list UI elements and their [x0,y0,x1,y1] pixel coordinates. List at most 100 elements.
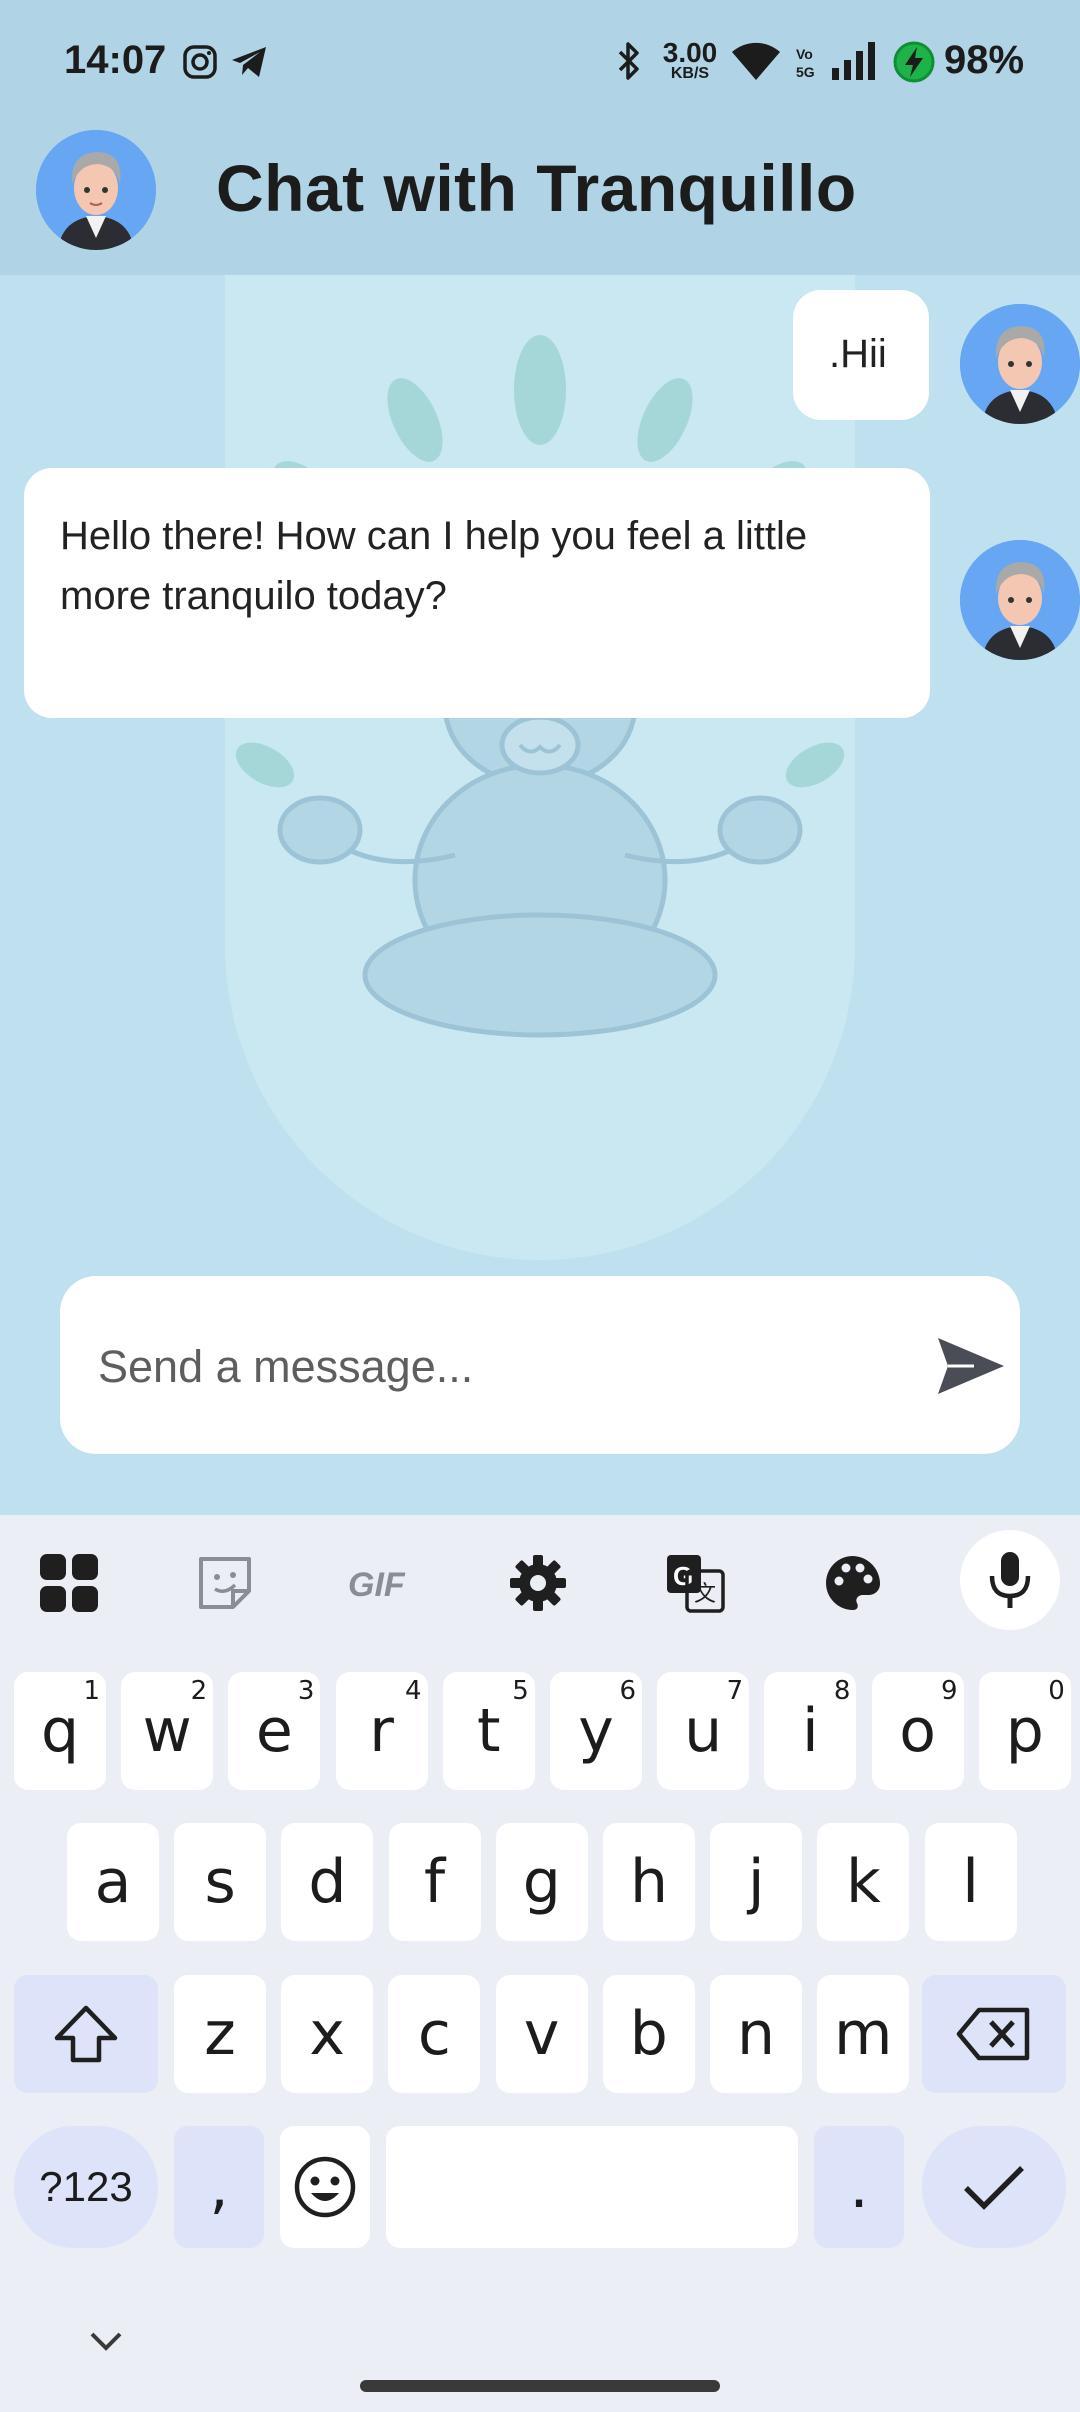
mic-icon [989,1552,1031,1608]
key-t[interactable]: t5 [442,1672,535,1790]
key-label: t [477,1696,501,1766]
key-d[interactable]: d [281,1823,374,1941]
key-r[interactable]: r4 [335,1672,428,1790]
sticker-button[interactable] [180,1538,270,1628]
status-bar: 14:07 3.00 KB/S Vo 5G 98% [0,0,1080,120]
period-key[interactable]: . [814,2126,904,2248]
avatar-image-icon [36,130,156,250]
network-speed: 3.00 KB/S [662,37,718,82]
volte-icon: Vo 5G [796,46,815,80]
key-a[interactable]: a [67,1823,159,1941]
message-input[interactable] [96,1316,860,1418]
svg-text:GIF: GIF [348,1566,406,1603]
key-i[interactable]: i8 [764,1672,857,1790]
backspace-key[interactable] [922,1975,1066,2093]
meditating-bear-icon [235,335,845,1038]
key-j[interactable]: j [710,1823,803,1941]
key-c[interactable]: c [388,1975,481,2093]
header-avatar[interactable] [36,130,156,250]
message-text: .Hii [829,332,887,376]
settings-icon [510,1555,566,1611]
key-hint: 3 [297,1676,315,1706]
checkmark-icon [964,2166,1024,2210]
backspace-icon [956,2007,1030,2061]
key-u[interactable]: u7 [657,1672,750,1790]
key-hint: 4 [405,1676,422,1706]
key-m[interactable]: m [817,1975,910,2093]
home-indicator[interactable] [360,2380,720,2392]
emoji-key[interactable] [280,2126,370,2248]
key-p[interactable]: p0 [978,1672,1071,1790]
avatar-image-icon [960,540,1080,660]
bot-message-bubble: Hello there! How can I help you feel a l… [24,468,930,718]
shift-icon [54,2005,118,2063]
gif-button[interactable]: GIF [336,1538,426,1628]
sticker-icon [199,1557,251,1609]
apps-button[interactable] [24,1538,114,1628]
voice-input-button[interactable] [960,1530,1060,1630]
key-q[interactable]: q1 [14,1672,106,1790]
user-avatar [960,304,1080,424]
enter-key[interactable] [922,2126,1066,2248]
key-hint: 7 [726,1676,744,1706]
battery-percentage: 98% [944,38,1025,82]
svg-text:5G: 5G [796,64,815,80]
key-label: y [578,1696,614,1766]
key-hint: 8 [833,1676,851,1706]
key-g[interactable]: g [495,1823,588,1941]
theme-button[interactable] [808,1538,898,1628]
key-x[interactable]: x [281,1975,374,2093]
instagram-icon [183,45,217,79]
key-b[interactable]: b [602,1975,695,2093]
key-hint: 1 [83,1676,100,1706]
shift-key[interactable] [14,1975,158,2093]
svg-text:Vo: Vo [796,46,813,62]
key-hint: 0 [1048,1676,1065,1706]
page-title: Chat with Tranquillo [216,151,857,225]
svg-text:G: G [673,1561,693,1591]
send-icon[interactable] [930,1326,1010,1406]
key-h[interactable]: h [603,1823,695,1941]
space-key[interactable] [386,2126,798,2248]
key-f[interactable]: f [388,1823,481,1941]
translate-icon: G 文 [667,1555,725,1613]
emoji-icon [294,2156,356,2218]
key-z[interactable]: z [174,1975,266,2093]
wifi-icon [732,42,780,80]
palette-icon [826,1556,880,1610]
key-hint: 2 [190,1676,208,1706]
key-o[interactable]: o9 [871,1672,964,1790]
avatar-image-icon [960,304,1080,424]
keyboard [0,1515,1080,2412]
signal-icon [832,42,875,80]
user-message-bubble: .Hii [793,290,929,420]
comma-key[interactable]: , [174,2126,264,2248]
battery-charging-icon [893,41,935,83]
key-hint: 5 [512,1676,529,1706]
key-s[interactable]: s [174,1823,267,1941]
key-n[interactable]: n [710,1975,802,2093]
bot-avatar [960,540,1080,660]
key-v[interactable]: v [495,1975,588,2093]
apps-icon [40,1554,98,1612]
key-e[interactable]: e3 [228,1672,321,1790]
key-label: i [802,1696,819,1766]
key-hint: 9 [941,1676,958,1706]
settings-button[interactable] [493,1538,583,1628]
key-label: o [899,1696,936,1766]
key-l[interactable]: l [924,1823,1017,1941]
key-label: r [369,1696,394,1766]
symbols-key[interactable]: ?123 [14,2126,158,2248]
key-label: e [255,1696,293,1766]
translate-button[interactable]: G 文 [650,1538,740,1628]
key-label: q [40,1696,80,1766]
key-w[interactable]: w2 [121,1672,214,1790]
message-text: Hello there! How can I help you feel a l… [60,514,808,618]
telegram-icon [232,47,266,77]
background-mascot [225,275,855,1260]
key-y[interactable]: y6 [550,1672,642,1790]
message-composer [60,1276,1020,1454]
key-k[interactable]: k [817,1823,910,1941]
gif-icon: GIF [348,1566,406,1603]
hide-keyboard-icon[interactable] [88,2330,124,2354]
